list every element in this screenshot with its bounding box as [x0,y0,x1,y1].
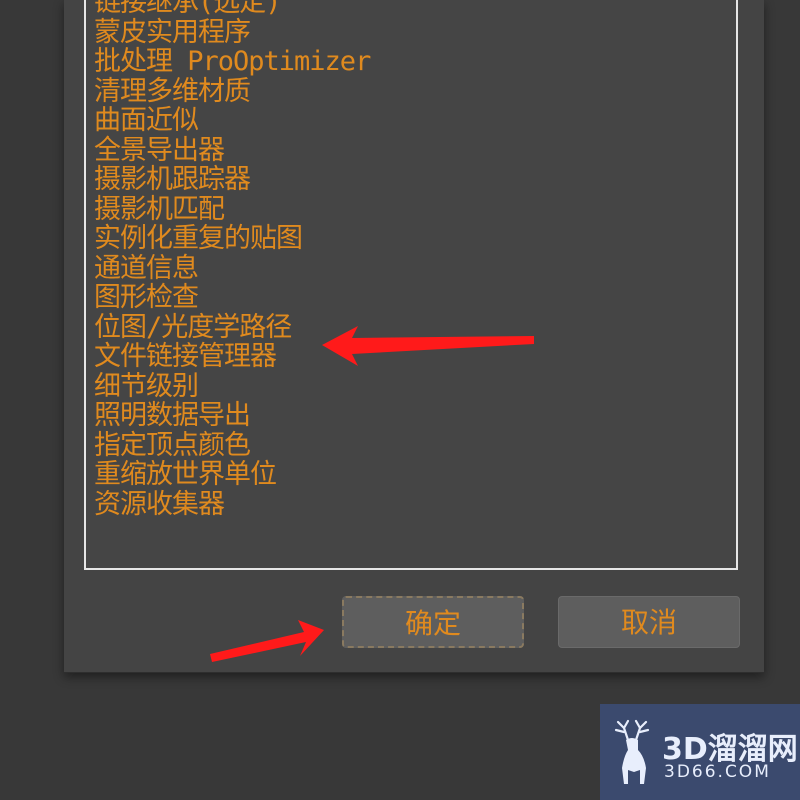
watermark-badge: 3D溜溜网 3D66.COM [600,704,800,800]
deer-logo-icon [614,719,650,784]
watermark-subtitle: 3D66.COM [664,762,771,782]
red-arrow-to-ok-button-icon [210,620,324,662]
screenshot-stage: 链接继承(选定) 蒙皮实用程序 批处理 ProOptimizer 清理多维材质 曲面近似… [0,0,800,800]
